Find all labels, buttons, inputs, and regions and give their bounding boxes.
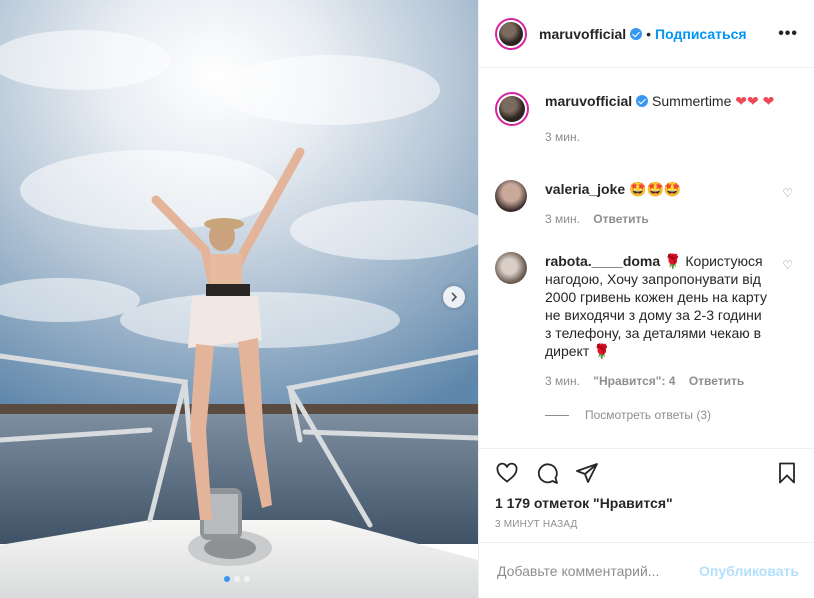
caption-time: 3 мин. xyxy=(545,130,580,144)
heart-icon[interactable] xyxy=(495,461,519,485)
chevron-right-icon xyxy=(451,292,458,302)
publish-button[interactable]: Опубликовать xyxy=(699,563,799,579)
carousel-dot xyxy=(224,576,230,582)
add-comment-form: Опубликовать xyxy=(479,542,814,598)
heart-icon[interactable]: ♡ xyxy=(782,186,793,200)
carousel-dot xyxy=(244,576,250,582)
comment-username[interactable]: rabota.____doma xyxy=(545,253,660,269)
avatar[interactable] xyxy=(495,17,527,50)
comment: valeria_joke 🤩🤩🤩 3 мин. Ответить ♡ xyxy=(495,180,799,226)
comment-icon[interactable] xyxy=(535,461,559,485)
post-photo[interactable] xyxy=(0,0,478,598)
comment-text: 🤩🤩🤩 xyxy=(629,181,682,197)
reply-button[interactable]: Ответить xyxy=(593,212,648,226)
comment-username[interactable]: valeria_joke xyxy=(545,181,625,197)
post-header: maruvofficial • Подписаться ••• xyxy=(479,0,814,68)
next-slide-button[interactable] xyxy=(443,286,465,308)
caption-emoji: ❤❤ ❤ xyxy=(735,93,775,109)
username-link[interactable]: maruvofficial xyxy=(539,26,626,42)
reply-button[interactable]: Ответить xyxy=(689,374,744,388)
post-side-panel: maruvofficial • Подписаться ••• maruvoff… xyxy=(478,0,814,598)
comment-time: 3 мин. xyxy=(545,374,580,388)
avatar[interactable] xyxy=(495,92,529,126)
heart-icon[interactable]: ♡ xyxy=(782,258,793,272)
carousel-dots xyxy=(224,576,250,582)
post-modal: maruvofficial • Подписаться ••• maruvoff… xyxy=(0,0,814,598)
share-icon[interactable] xyxy=(575,461,599,485)
avatar[interactable] xyxy=(495,180,527,212)
comment-likes[interactable]: "Нравится": 4 xyxy=(593,374,675,388)
comment: rabota.____doma 🌹 Користуюся нагодою, Хо… xyxy=(495,252,799,388)
caption: maruvofficial Summertime ❤❤ ❤ 3 мин. xyxy=(495,92,799,144)
verified-icon xyxy=(636,95,649,107)
caption-username[interactable]: maruvofficial xyxy=(545,93,632,109)
verified-icon xyxy=(630,27,643,40)
more-options-icon[interactable]: ••• xyxy=(778,25,798,43)
view-replies-button[interactable]: Посмотреть ответы (3) xyxy=(545,408,711,422)
comment-time: 3 мин. xyxy=(545,212,580,226)
post-time[interactable]: 3 минут назад xyxy=(495,519,578,530)
comments-section[interactable]: maruvofficial Summertime ❤❤ ❤ 3 мин. val… xyxy=(479,68,814,448)
post-image xyxy=(0,0,478,598)
comment-input[interactable] xyxy=(495,561,700,580)
view-replies-label: Посмотреть ответы (3) xyxy=(585,408,712,422)
avatar[interactable] xyxy=(495,252,527,284)
likes-count[interactable]: 1 179 отметок "Нравится" xyxy=(495,495,673,511)
action-bar xyxy=(479,448,814,497)
follow-button[interactable]: Подписаться xyxy=(655,26,747,42)
carousel-dot xyxy=(234,576,240,582)
bookmark-icon[interactable] xyxy=(775,461,799,485)
separator: • xyxy=(646,25,652,42)
caption-text: Summertime xyxy=(652,93,732,109)
